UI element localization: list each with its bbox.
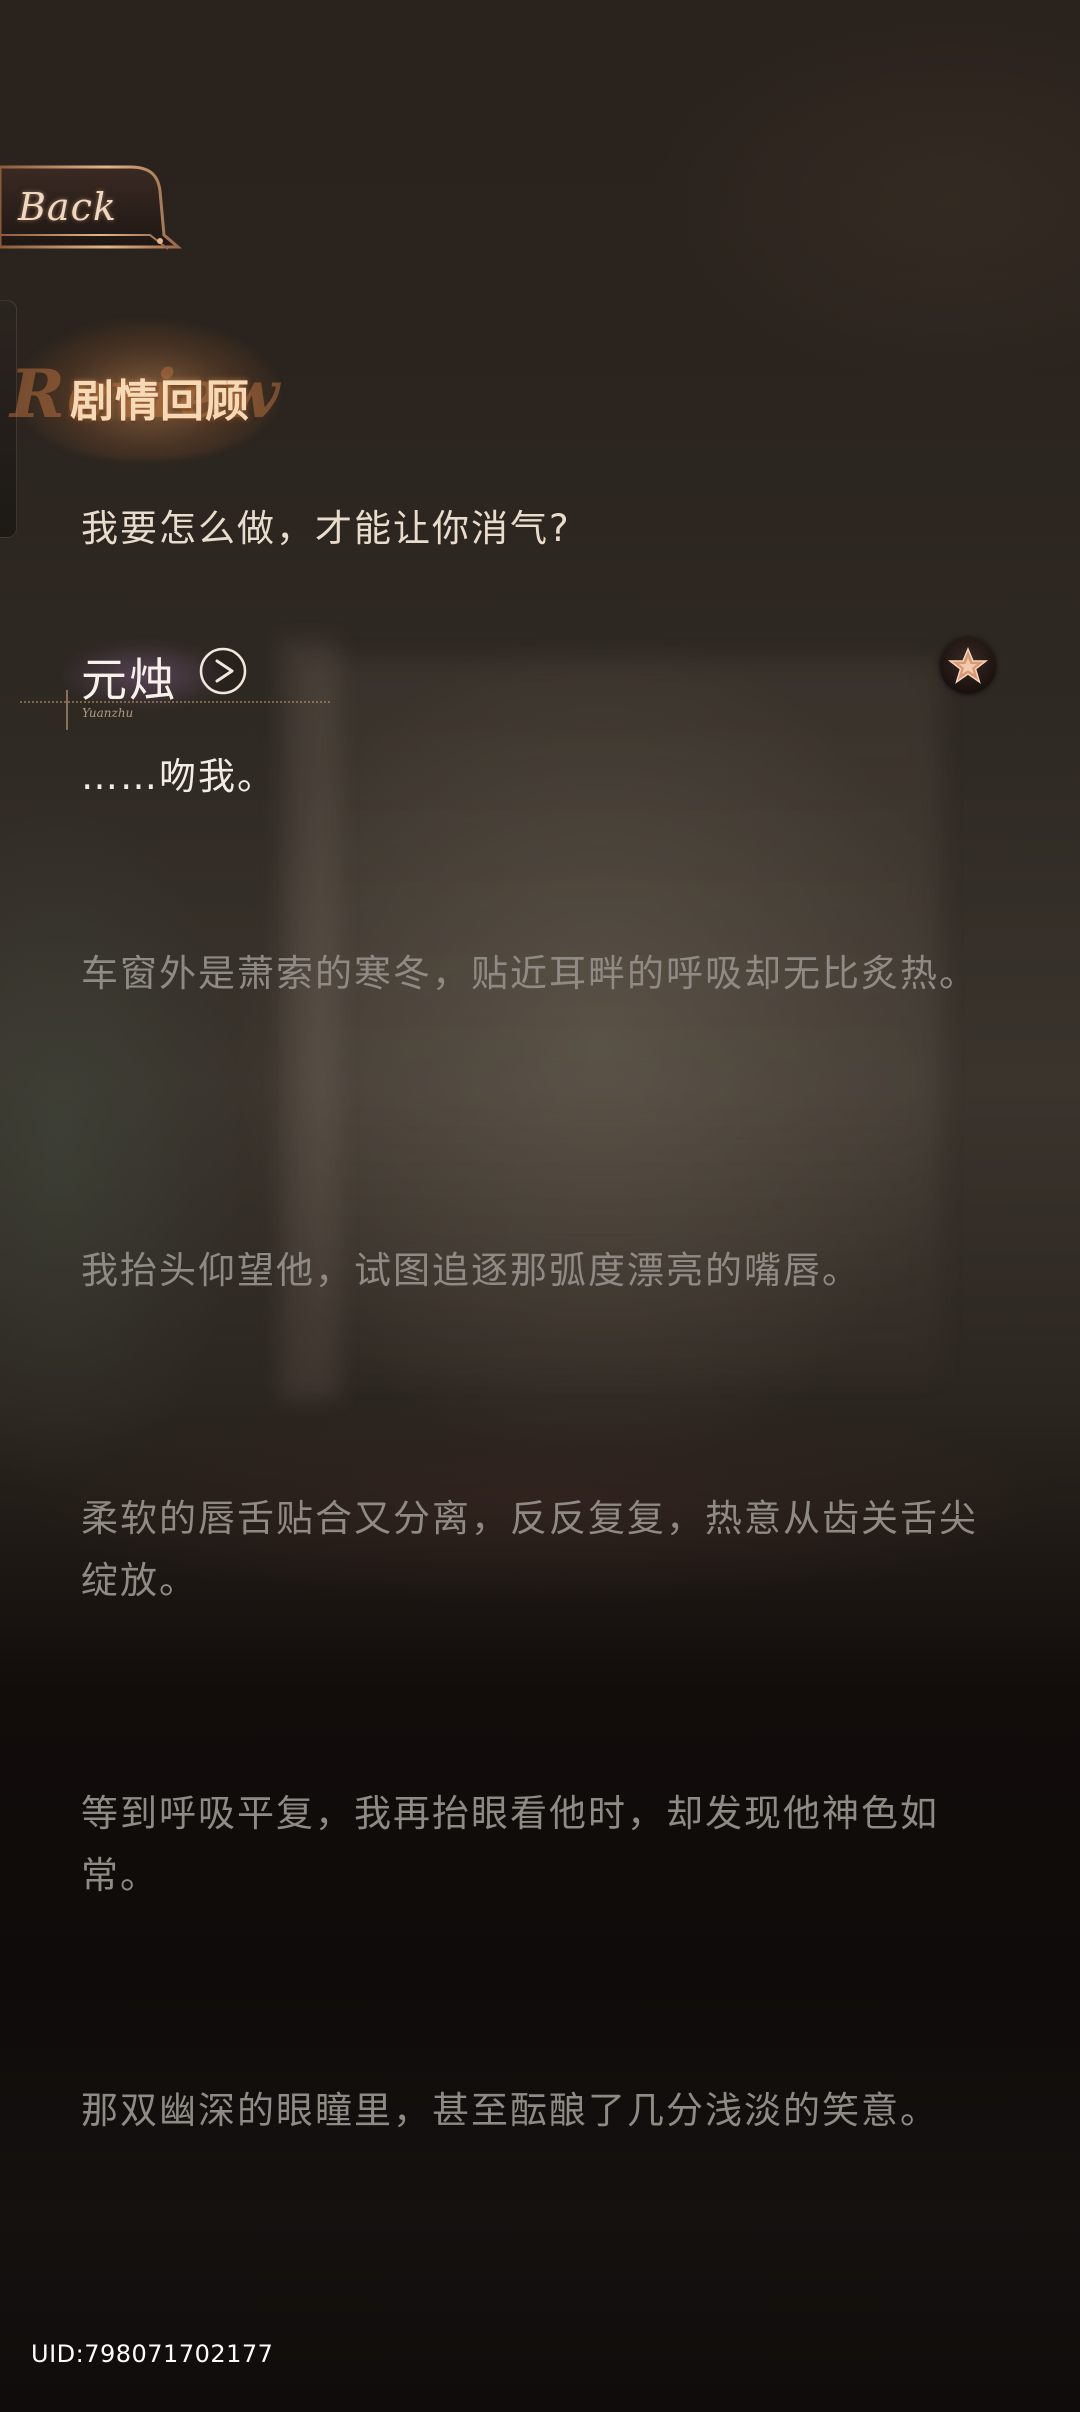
narration-line: 那双幽深的眼瞳里，甚至酝酿了几分浅淡的笑意。 [81, 2089, 939, 2132]
star-icon [948, 647, 988, 684]
narration-line: 柔软的唇舌贴合又分离，反反复复，热意从齿关舌尖绽放。 [81, 1497, 978, 1602]
speaker-name: 元烛 [81, 653, 177, 707]
play-voice-icon [199, 647, 247, 695]
favorite-button[interactable] [940, 638, 996, 694]
speaker-roman-name: Yuanzhu [82, 706, 134, 720]
user-id-label: UID:798071702177 [31, 2340, 274, 2368]
back-label: Back [18, 185, 117, 229]
player-dialogue-line: 我要怎么做，才能让你消气? [81, 507, 571, 550]
narration-line: 我抬头仰望他，试图追逐那弧度漂亮的嘴唇。 [81, 1249, 861, 1292]
speaker-nameplate: 元烛 Yuanzhu [0, 630, 340, 730]
story-review-screen: Back Review 剧情回顾 我要怎么做，才能让你消气? 元烛 Yuanzh… [0, 0, 1080, 2412]
back-button[interactable]: Back [0, 165, 182, 251]
page-title: 剧情回顾 [70, 376, 250, 427]
speaker-dialogue-line: ……吻我。 [81, 755, 276, 798]
narration-line: 车窗外是萧索的寒冬，贴近耳畔的呼吸却无比炙热。 [81, 952, 978, 995]
narration-line: 等到呼吸平复，我再抬眼看他时，却发现他神色如常。 [81, 1792, 939, 1897]
speaker-tick [66, 690, 68, 730]
play-voice-button[interactable] [198, 646, 248, 696]
page-title-banner: Review 剧情回顾 [0, 310, 300, 470]
